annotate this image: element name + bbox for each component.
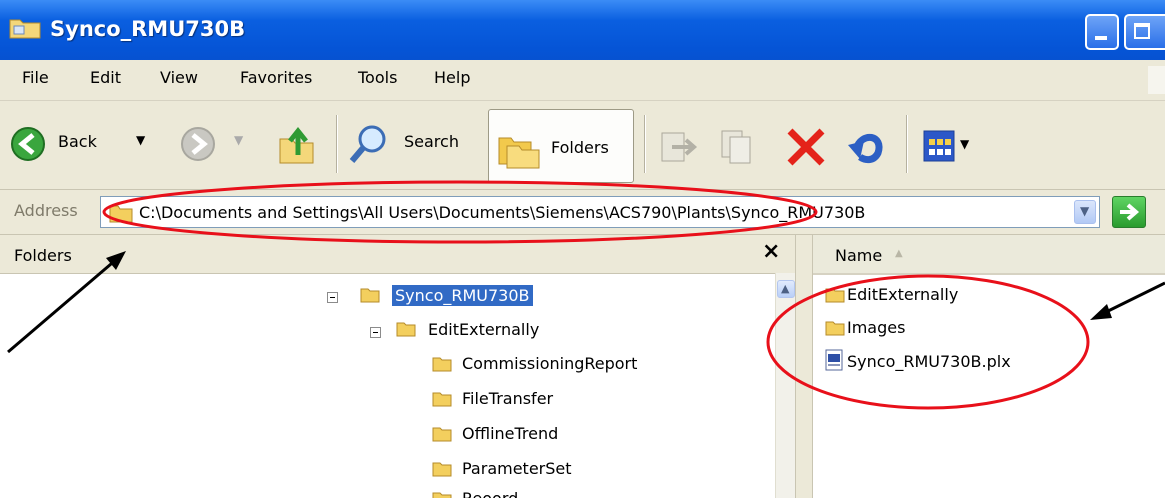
folder-icon (432, 392, 452, 407)
views-dropdown-icon[interactable]: ▼ (960, 137, 969, 151)
folders-button[interactable]: Folders (488, 109, 634, 183)
folders-pane-header: Folders × (0, 235, 795, 274)
search-button[interactable]: Search (346, 121, 476, 167)
forward-arrow-icon (181, 127, 215, 161)
forward-button[interactable]: ▼ (178, 121, 258, 167)
scroll-up-button[interactable]: ▲ (777, 280, 795, 298)
folder-icon (432, 492, 452, 498)
search-icon (349, 125, 386, 163)
minimize-icon (1095, 36, 1107, 40)
collapse-toggle[interactable] (327, 292, 338, 303)
copy-to-icon[interactable] (718, 129, 760, 165)
menu-tools[interactable]: Tools (358, 68, 397, 87)
plx-file-icon (825, 349, 843, 371)
search-label: Search (404, 132, 459, 151)
views-button[interactable]: ▼ (920, 127, 980, 167)
tree-item-label: Reoord (462, 489, 518, 498)
close-icon[interactable]: × (762, 239, 780, 264)
chevron-up-icon: ▲ (781, 282, 790, 295)
folder-icon (825, 321, 845, 336)
window-title: Synco_RMU730B (50, 17, 246, 41)
go-button[interactable] (1112, 196, 1146, 228)
folder-icon (396, 322, 416, 337)
undo-icon[interactable] (846, 127, 890, 167)
address-path: C:\Documents and Settings\All Users\Docu… (139, 203, 866, 222)
folder-icon (360, 288, 380, 303)
column-header[interactable]: Name ▲ (813, 235, 1165, 275)
files-pane: Name ▲ EditExternally Images Synco_RMU73… (813, 235, 1165, 498)
pane-splitter[interactable] (795, 235, 813, 498)
maximize-icon (1134, 23, 1150, 39)
vertical-scrollbar[interactable]: ▲ (775, 273, 796, 498)
file-list-item[interactable]: Images (847, 318, 905, 337)
app-folder-icon (9, 19, 41, 39)
back-dropdown-icon[interactable]: ▼ (136, 133, 145, 147)
toolbar: Back ▼ ▼ Search Folders ▼ (0, 101, 1165, 190)
toolbar-separator (644, 115, 646, 173)
views-icon (923, 130, 955, 162)
menu-edit[interactable]: Edit (90, 68, 121, 87)
minimize-button[interactable] (1085, 14, 1119, 50)
up-folder-icon[interactable] (276, 125, 318, 167)
tree-item[interactable]: EditExternally (428, 320, 539, 339)
address-input[interactable]: C:\Documents and Settings\All Users\Docu… (100, 196, 1100, 228)
tree-item-clipped[interactable]: Reoord (428, 489, 628, 498)
tree-item[interactable]: FileTransfer (462, 389, 553, 408)
toolbar-separator (336, 115, 338, 173)
folders-label: Folders (551, 138, 609, 157)
folder-icon (825, 288, 845, 303)
folders-pane-title: Folders (14, 246, 72, 265)
tree-item[interactable]: CommissioningReport (462, 354, 637, 373)
back-arrow-icon (11, 127, 45, 161)
tree-item-selected[interactable]: Synco_RMU730B (392, 285, 533, 306)
file-list-item[interactable]: EditExternally (847, 285, 958, 304)
file-list-item[interactable]: Synco_RMU730B.plx (847, 352, 1011, 371)
name-column-label: Name (835, 246, 883, 265)
folder-icon (109, 205, 133, 223)
menu-bar: File Edit View Favorites Tools Help (0, 60, 1165, 101)
menu-view[interactable]: View (160, 68, 198, 87)
folder-icon (432, 357, 452, 372)
menu-help[interactable]: Help (434, 68, 470, 87)
delete-icon[interactable] (784, 127, 828, 167)
address-dropdown-button[interactable]: ▼ (1074, 200, 1096, 224)
folders-icon (498, 137, 540, 169)
menu-favorites[interactable]: Favorites (240, 68, 312, 87)
sort-ascending-icon: ▲ (895, 248, 903, 259)
address-bar: Address C:\Documents and Settings\All Us… (0, 190, 1165, 235)
toolbar-separator (906, 115, 908, 173)
go-icon (1120, 203, 1140, 221)
move-to-icon[interactable] (658, 129, 700, 165)
folder-icon (432, 427, 452, 442)
menu-file[interactable]: File (22, 68, 49, 87)
folders-pane: Folders × Synco_RMU730B EditExternally C… (0, 235, 796, 498)
tree-item[interactable]: ParameterSet (462, 459, 572, 478)
forward-dropdown-icon[interactable]: ▼ (234, 133, 243, 147)
back-button[interactable]: Back ▼ (8, 121, 158, 167)
folder-icon (432, 462, 452, 477)
menu-grip (1148, 66, 1165, 94)
back-label: Back (58, 132, 97, 151)
maximize-button[interactable] (1124, 14, 1165, 50)
address-label: Address (14, 201, 78, 220)
collapse-toggle[interactable] (370, 327, 381, 338)
tree-item[interactable]: OfflineTrend (462, 424, 558, 443)
chevron-down-icon: ▼ (1080, 204, 1090, 218)
